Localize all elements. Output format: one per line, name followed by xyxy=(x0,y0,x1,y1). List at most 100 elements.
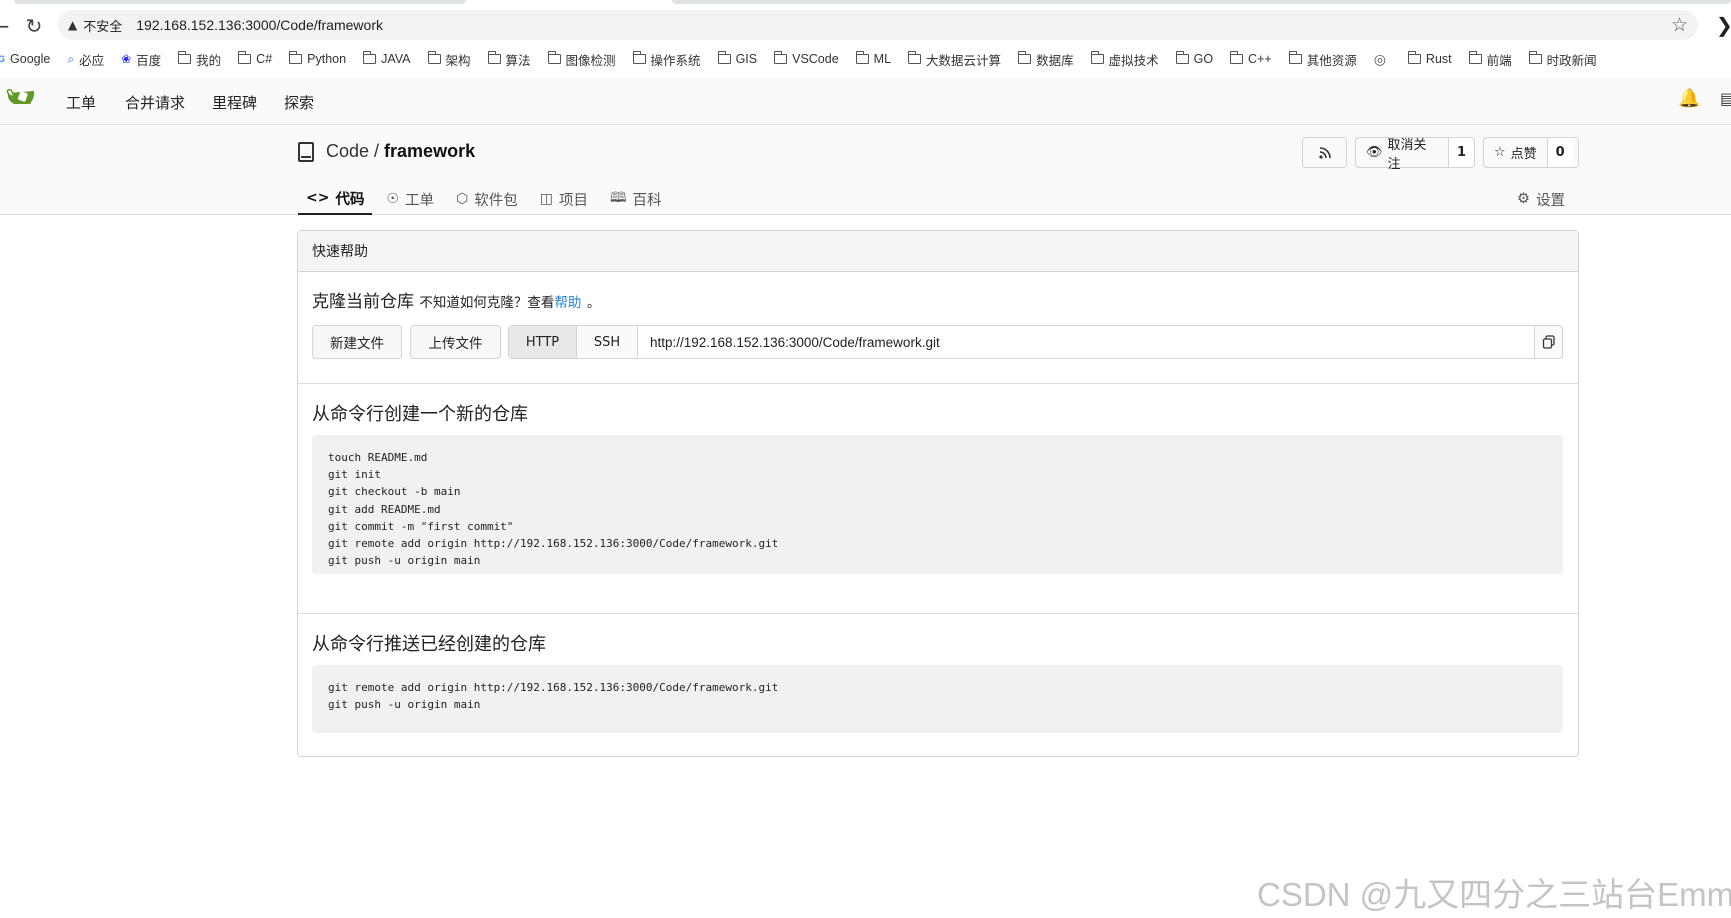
gitea-logo-icon[interactable] xyxy=(6,87,36,111)
package-icon: ⬡ xyxy=(456,191,469,207)
nav-pull-requests[interactable]: 合并请求 xyxy=(125,92,185,113)
bookmark-item[interactable]: GIS xyxy=(717,51,758,66)
card-header: 快速帮助 xyxy=(298,231,1578,272)
folder-icon xyxy=(1407,51,1421,64)
clone-actions: 新建文件 上传文件 HTTP SSH http://192.168.152.13… xyxy=(312,325,1563,359)
nav-milestones[interactable]: 里程碑 xyxy=(212,92,257,113)
bookmark-item[interactable]: G Google xyxy=(0,52,50,66)
folder-icon xyxy=(1230,51,1244,64)
clone-hint: 不知道如何克隆？查看 xyxy=(419,295,555,311)
bookmark-item[interactable]: VSCode xyxy=(774,51,839,66)
bookmark-item[interactable]: JAVA xyxy=(363,51,411,66)
nav-issues[interactable]: 工单 xyxy=(66,92,96,113)
repo-owner-link[interactable]: Code xyxy=(326,141,369,162)
bookmark-item[interactable]: Rust xyxy=(1407,51,1452,66)
back-icon[interactable]: ← xyxy=(0,13,14,39)
new-repo-code-block[interactable]: touch README.md git init git checkout -b… xyxy=(312,435,1563,574)
ssh-button[interactable]: SSH xyxy=(577,326,638,358)
bookmark-item[interactable]: 图像检测 xyxy=(547,50,616,69)
folder-icon xyxy=(487,51,501,64)
bookmark-item[interactable]: 架构 xyxy=(427,50,471,69)
bookmark-label: 数据库 xyxy=(1036,53,1074,68)
bookmark-item[interactable]: 数据库 xyxy=(1018,50,1074,69)
tab-label: 百科 xyxy=(632,192,662,209)
rss-button[interactable] xyxy=(1302,137,1347,168)
clone-section-title: 克隆当前仓库 不知道如何克隆？查看帮助 。 xyxy=(312,287,600,312)
more-icon[interactable]: ❯ xyxy=(1716,13,1731,37)
bell-icon[interactable]: 🔔 xyxy=(1678,88,1700,109)
bookmark-star-icon[interactable]: ☆ xyxy=(1671,14,1688,36)
watch-count[interactable]: 1 xyxy=(1447,138,1474,167)
folder-icon xyxy=(717,51,731,64)
security-label[interactable]: 不安全 xyxy=(83,16,122,35)
bookmark-item[interactable]: ❀ 百度 xyxy=(121,50,161,69)
bookmark-label: 必应 xyxy=(79,53,105,68)
baidu-icon: ❀ xyxy=(121,52,132,66)
repo-icon xyxy=(298,141,314,162)
push-repo-code-block[interactable]: git remote add origin http://192.168.152… xyxy=(312,665,1563,733)
tab-label: 软件包 xyxy=(474,192,518,209)
menu-icon[interactable]: ▤ xyxy=(1720,89,1731,108)
bookmark-item[interactable]: C++ xyxy=(1230,51,1272,66)
bookmark-item[interactable]: C# xyxy=(238,51,273,66)
bookmark-label: VSCode xyxy=(792,52,839,66)
folder-icon xyxy=(1468,51,1482,64)
url-text[interactable]: 192.168.152.136:3000/Code/framework xyxy=(136,17,383,33)
new-file-button[interactable]: 新建文件 xyxy=(312,325,402,359)
nav-explore[interactable]: 探索 xyxy=(284,92,314,113)
bookmark-item[interactable]: 算法 xyxy=(487,50,531,69)
help-link[interactable]: 帮助 xyxy=(554,295,581,311)
tools-icon: ⚙ xyxy=(1517,191,1530,207)
book-icon: 🕮 xyxy=(610,190,627,206)
bookmark-item[interactable]: ◎ xyxy=(1374,51,1391,68)
folder-icon xyxy=(238,51,252,64)
clone-url-input[interactable]: http://192.168.152.136:3000/Code/framewo… xyxy=(638,326,1534,358)
bookmark-label: 前端 xyxy=(1486,53,1512,68)
bookmark-label: Google xyxy=(10,52,51,66)
bookmark-item[interactable]: 虚拟技术 xyxy=(1090,50,1159,69)
tab-wiki[interactable]: 🕮 百科 xyxy=(602,183,670,215)
tab-code[interactable]: <> 代码 xyxy=(298,183,373,215)
bookmark-label: C# xyxy=(256,52,273,66)
star-count[interactable]: 0 xyxy=(1546,138,1573,167)
bookmark-item[interactable]: 我的 xyxy=(178,50,221,69)
tab-label: 设置 xyxy=(1536,192,1565,209)
bookmark-item[interactable]: 其他资源 xyxy=(1288,50,1357,69)
bookmark-label: ML xyxy=(873,52,892,66)
tab-issues[interactable]: ☉ 工单 xyxy=(378,183,442,215)
bing-icon: ⌕ xyxy=(67,51,75,66)
folder-icon xyxy=(774,51,788,64)
bookmark-item[interactable]: Python xyxy=(289,51,347,66)
bookmark-item[interactable]: 时政新闻 xyxy=(1528,50,1597,69)
folder-icon xyxy=(1175,51,1189,64)
star-button[interactable]: ☆ 点赞 0 xyxy=(1483,137,1579,168)
repo-name-link[interactable]: framework xyxy=(384,141,475,162)
bookmark-item[interactable]: ⌕ 必应 xyxy=(67,50,104,69)
browser-tab[interactable] xyxy=(14,0,466,4)
browser-tab[interactable] xyxy=(672,0,1731,4)
tab-packages[interactable]: ⬡ 软件包 xyxy=(448,183,526,215)
bookmark-item[interactable]: 大数据云计算 xyxy=(908,50,1001,69)
address-bar[interactable]: ▲ 不安全 192.168.152.136:3000/Code/framewor… xyxy=(58,10,1698,40)
bookmark-item[interactable]: 前端 xyxy=(1468,50,1512,69)
bookmark-item[interactable]: 操作系统 xyxy=(632,50,701,69)
warning-icon[interactable]: ▲ xyxy=(68,18,77,32)
bookmark-item[interactable]: GO xyxy=(1175,51,1213,66)
watermark: CSDN @九又四分之三站台Emm xyxy=(1257,876,1731,913)
unwatch-button[interactable]: 👁 取消关注 1 xyxy=(1355,137,1475,172)
bookmark-label: Python xyxy=(307,52,347,66)
project-icon: ◫ xyxy=(539,191,553,207)
reload-icon[interactable]: ↻ xyxy=(21,13,47,39)
copy-button[interactable] xyxy=(1534,326,1562,358)
upload-file-button[interactable]: 上传文件 xyxy=(410,325,501,359)
http-button[interactable]: HTTP xyxy=(509,326,577,358)
bookmark-label: 百度 xyxy=(136,53,162,68)
tab-settings[interactable]: ⚙ 设置 xyxy=(1517,183,1565,215)
tab-projects[interactable]: ◫ 项目 xyxy=(532,183,596,215)
folder-icon xyxy=(632,51,646,64)
repo-tabs: <> 代码 ☉ 工单 ⬡ 软件包 ◫ 项目 🕮 百科 xyxy=(298,183,676,215)
bookmark-label: GIS xyxy=(735,52,758,66)
bookmark-label: 其他资源 xyxy=(1306,53,1357,68)
folder-icon xyxy=(1528,51,1542,64)
bookmark-item[interactable]: ML xyxy=(855,51,892,66)
